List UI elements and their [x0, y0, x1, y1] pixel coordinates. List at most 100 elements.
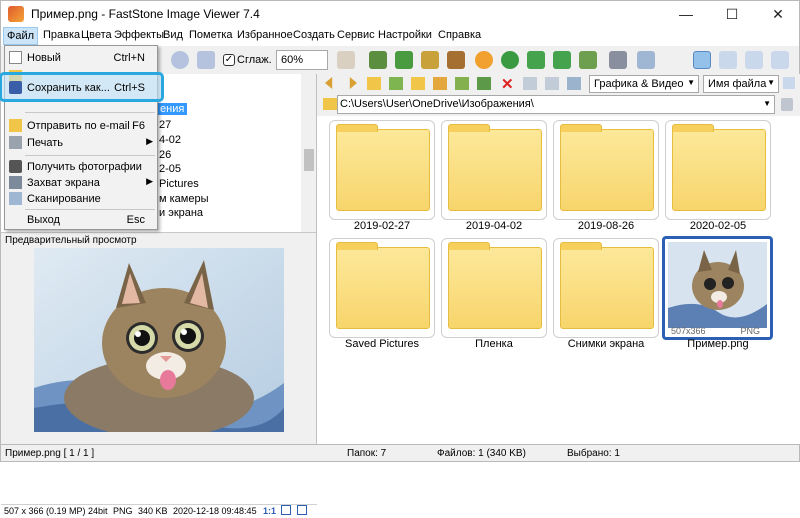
detail-view-icon[interactable] [745, 51, 763, 69]
print-icon[interactable] [609, 51, 627, 69]
menu-view[interactable]: Вид [163, 29, 183, 41]
trash-icon[interactable] [781, 98, 793, 111]
maximize-button[interactable]: ☐ [709, 1, 755, 27]
menu-edit[interactable]: Правка [43, 29, 80, 41]
menu-create[interactable]: Создать [293, 29, 335, 41]
thumbnail-dimensions: 507x366 [671, 326, 706, 336]
select-all-icon[interactable] [523, 77, 537, 90]
forward-icon[interactable] [349, 77, 357, 89]
tree-item[interactable]: и экрана [159, 207, 203, 219]
menu-item-label: Получить фотографии [27, 161, 142, 173]
list-view-icon[interactable] [719, 51, 737, 69]
menu-effects[interactable]: Эффекты [114, 29, 164, 41]
thumbnail-frame [553, 120, 659, 220]
menu-item-new[interactable]: Новый Ctrl+N [5, 49, 157, 67]
file-date: 2020-12-18 09:48:45 [173, 506, 257, 516]
menu-settings[interactable]: Настройки [378, 29, 432, 41]
thumbnail-item[interactable] [329, 238, 435, 338]
menu-help[interactable]: Справка [438, 29, 481, 41]
person-icon[interactable] [501, 51, 519, 69]
close-button[interactable]: ✕ [755, 1, 800, 27]
menu-tools[interactable]: Сервис [337, 29, 375, 41]
favorite-folder-icon[interactable] [433, 77, 447, 90]
delete-icon[interactable]: ✕ [501, 75, 514, 93]
back-icon[interactable] [325, 77, 333, 89]
up-folder-icon[interactable] [367, 77, 381, 90]
settings-icon[interactable] [475, 51, 493, 69]
tree-item[interactable]: 4-02 [159, 134, 181, 146]
menu-file[interactable]: Файл [3, 27, 39, 45]
tree-item[interactable]: Pictures [159, 178, 199, 190]
sort-select[interactable]: Имя файла ▼ [703, 75, 779, 93]
navigation-bar: ✕ Графика & Видео ▼ Имя файла ▼ [317, 74, 800, 94]
fullscreen-view-icon[interactable] [771, 51, 789, 69]
bit-depth: 24bit [88, 506, 108, 516]
path-input[interactable]: C:\Users\User\OneDrive\Изображения\ ▼ [337, 95, 775, 114]
hand-icon[interactable] [337, 51, 355, 69]
adjust-icon[interactable] [447, 51, 465, 69]
actual-size-icon[interactable] [197, 51, 215, 69]
thumbnail-item[interactable] [553, 238, 659, 338]
copy-to-icon[interactable] [455, 77, 469, 90]
scan-icon[interactable] [637, 51, 655, 69]
menu-favorites[interactable]: Избранное [237, 29, 293, 41]
capture-icon [9, 176, 22, 189]
rotate-right-icon[interactable] [553, 51, 571, 69]
info-icon[interactable] [545, 77, 559, 90]
status-bar: Пример.png [ 1 / 1 ] Папок: 7 Файлов: 1 … [0, 444, 800, 462]
menu-item-save-as[interactable]: Сохранить как... Ctrl+S [5, 79, 157, 97]
image-dimensions: 507 x 366 (0.19 MP) [4, 506, 86, 516]
menu-item-partial[interactable] [5, 97, 157, 105]
tree-item[interactable]: 2-05 [159, 163, 181, 175]
tree-item[interactable]: 27 [159, 119, 171, 131]
thumbnail-item-selected[interactable]: 507x366 PNG [662, 236, 773, 340]
scan-icon [9, 192, 22, 205]
zoom-select[interactable]: 60% [276, 50, 328, 70]
menu-item-exit[interactable]: Выход Esc [5, 211, 157, 229]
zoom-out-icon[interactable] [171, 51, 189, 69]
thumbnail-item[interactable] [329, 120, 435, 220]
rotate-left-icon[interactable] [527, 51, 545, 69]
browser-pane: ✕ Графика & Видео ▼ Имя файла ▼ C:\Users\U… [316, 74, 800, 444]
thumbnail-item[interactable] [441, 120, 547, 220]
menu-tag[interactable]: Пометка [189, 29, 233, 41]
flip-icon[interactable] [579, 51, 597, 69]
app-icon [8, 6, 24, 22]
thumbnail-caption: Пример.png [687, 338, 749, 350]
thumbnail-item[interactable] [553, 120, 659, 220]
thumbnail-format: PNG [740, 326, 760, 336]
draw-icon[interactable] [421, 51, 439, 69]
thumbnail-view-icon[interactable] [693, 51, 711, 69]
tree-scrollbar[interactable] [301, 74, 317, 232]
menu-item-email[interactable]: Отправить по e-mail F6 [5, 117, 157, 135]
smooth-checkbox[interactable]: ✓ [223, 54, 235, 66]
thumbnail-item[interactable] [441, 238, 547, 338]
email-icon [9, 119, 22, 132]
fit-icon[interactable] [281, 505, 291, 515]
zoom-ratio[interactable]: 1:1 [263, 506, 276, 516]
folder-icon[interactable] [411, 77, 425, 90]
submenu-arrow-icon: ▶ [146, 176, 153, 186]
refresh-folder-icon[interactable] [389, 77, 403, 90]
tree-item[interactable]: ения [157, 103, 188, 115]
thumbnail-frame [441, 120, 547, 220]
sort-order-icon[interactable] [783, 77, 795, 89]
preview-header: Предварительный просмотр [1, 232, 317, 248]
menu-item-label: Отправить по e-mail [27, 120, 130, 132]
thumbnail-item[interactable] [665, 120, 771, 220]
scrollbar-thumb[interactable] [304, 149, 314, 171]
menu-item-print[interactable]: Печать ▶ [5, 134, 157, 152]
menu-colors[interactable]: Цвета [81, 29, 112, 41]
minimize-button[interactable]: — [663, 1, 709, 27]
sort-icon[interactable] [567, 77, 581, 90]
resize-icon[interactable] [369, 51, 387, 69]
tree-item[interactable]: 26 [159, 149, 171, 161]
fullsize-icon[interactable] [297, 505, 307, 515]
filter-select[interactable]: Графика & Видео ▼ [589, 75, 699, 93]
preview-image [34, 248, 284, 432]
menu-item-label: Выход [27, 214, 60, 226]
move-to-icon[interactable] [477, 77, 491, 90]
tree-item[interactable]: м камеры [159, 193, 209, 205]
menu-item-scan[interactable]: Сканирование [5, 190, 157, 208]
crop-icon[interactable] [395, 51, 413, 69]
